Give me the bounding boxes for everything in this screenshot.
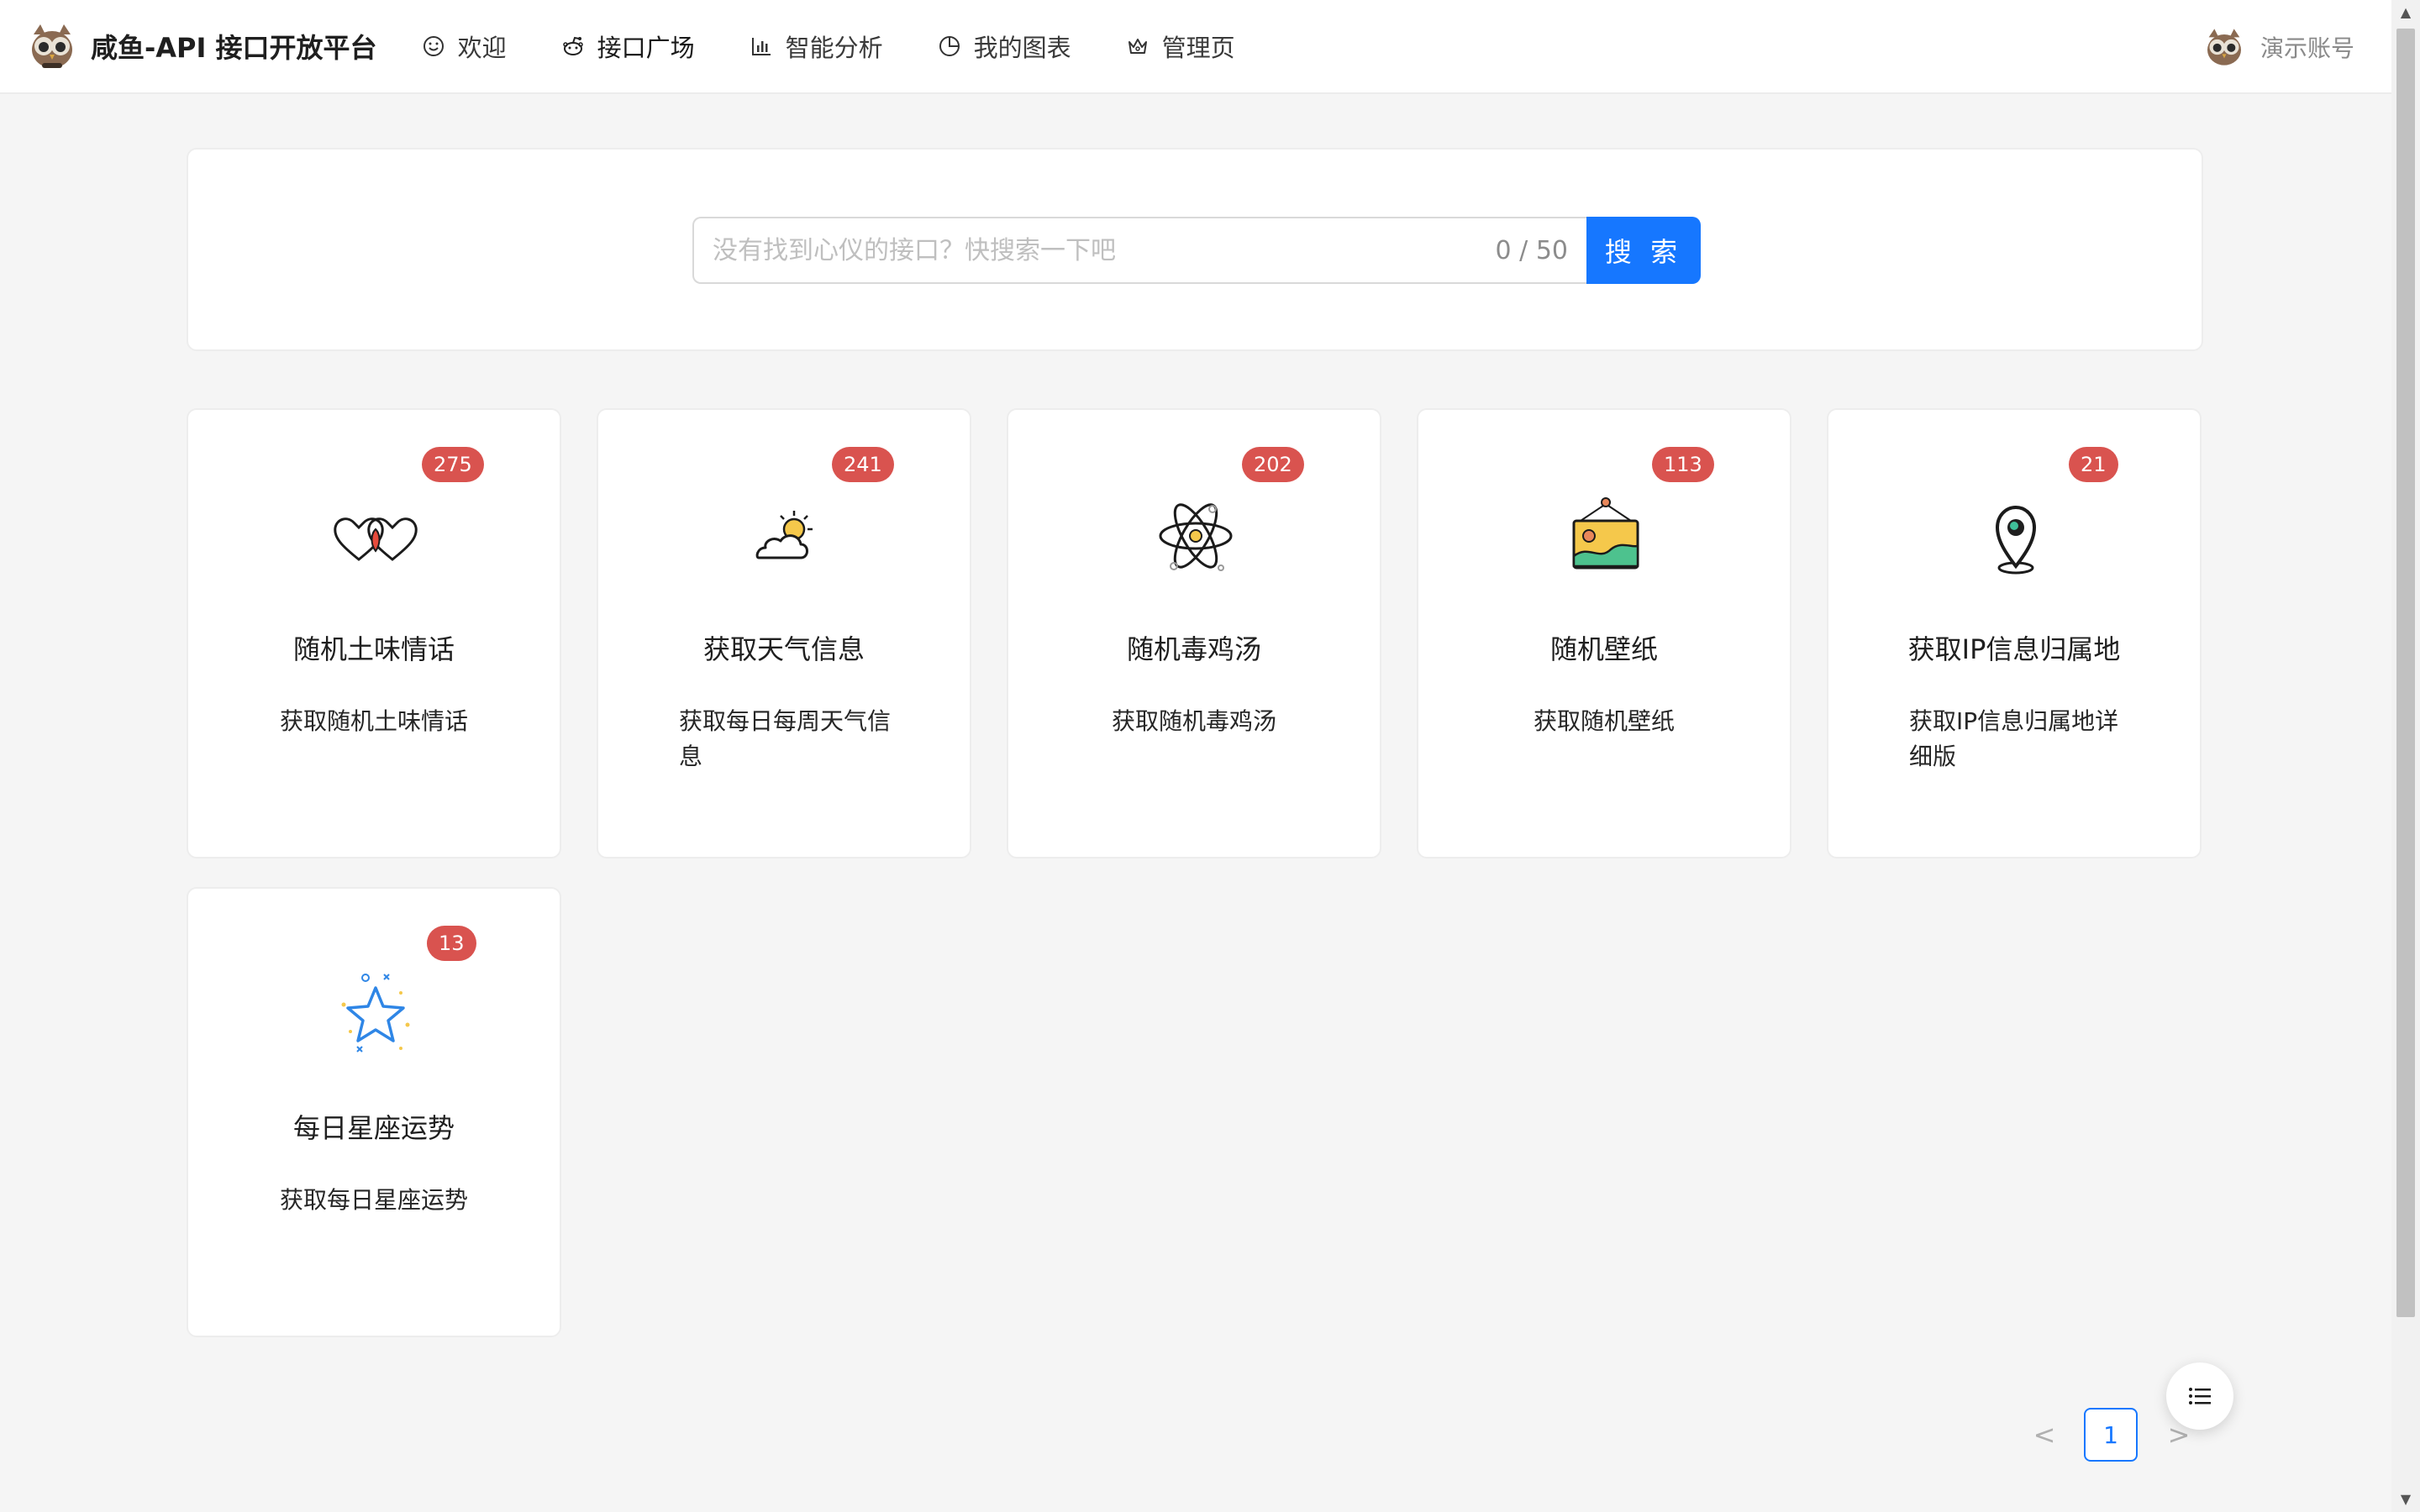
- location-pin-icon: [1965, 486, 2066, 586]
- atom-icon: [1145, 486, 1246, 586]
- smile-icon: [421, 34, 446, 59]
- api-card[interactable]: 202 随机毒鸡汤 获取随机毒鸡汤: [1007, 408, 1381, 858]
- call-count-badge: 21: [2069, 447, 2118, 482]
- nav-item-api-square[interactable]: 接口广场: [534, 0, 722, 93]
- card-title: 获取IP信息归属地: [1907, 633, 2121, 665]
- user-menu[interactable]: 演示账号: [2203, 0, 2354, 94]
- brand[interactable]: 咸鱼-API 接口开放平台: [27, 0, 377, 93]
- search-box: 0 / 50 搜 索: [692, 217, 1701, 284]
- top-nav-bar: 咸鱼-API 接口开放平台 欢迎 接口广场 智能分析 我的图表 管理页 演示账号: [0, 0, 2391, 94]
- card-title: 随机壁纸: [1549, 633, 1658, 665]
- search-panel: 0 / 50 搜 索: [187, 148, 2203, 351]
- owl-logo-icon: [32, 24, 72, 68]
- card-description: 获取随机土味情话: [279, 707, 468, 735]
- scroll-up-arrow-icon[interactable]: ▲: [2391, 0, 2420, 25]
- call-count-badge: 202: [1242, 447, 1304, 482]
- pagination: < 1 >: [2020, 1408, 2190, 1462]
- bar-chart-icon: [749, 34, 774, 59]
- api-card[interactable]: 13 每日星座运势 获取每日星座运势: [187, 887, 561, 1337]
- picture-frame-icon: [1555, 486, 1656, 586]
- card-title: 获取天气信息: [702, 633, 865, 665]
- user-name: 演示账号: [2260, 34, 2354, 62]
- nav-item-smart-analysis[interactable]: 智能分析: [722, 0, 910, 93]
- card-description: 获取IP信息归属地详细版: [1909, 707, 2119, 770]
- scroll-down-arrow-icon[interactable]: ▼: [2391, 1487, 2420, 1512]
- call-count-badge: 113: [1652, 447, 1714, 482]
- list-icon: [2189, 1388, 2211, 1404]
- prev-page-button[interactable]: <: [2023, 1408, 2065, 1462]
- nav-item-label: 接口广场: [597, 34, 695, 62]
- card-description: 获取随机壁纸: [1533, 707, 1675, 735]
- nav-item-label: 欢迎: [457, 34, 507, 62]
- search-button[interactable]: 搜 索: [1586, 217, 1701, 284]
- card-description: 获取每日星座运势: [279, 1186, 468, 1214]
- main-nav: 欢迎 接口广场 智能分析 我的图表 管理页: [394, 0, 1262, 93]
- api-card[interactable]: 241 获取天气信息 获取每日每周天气信息: [597, 408, 971, 858]
- weather-icon: [735, 486, 836, 586]
- char-counter: 0 / 50: [1495, 235, 1568, 265]
- nav-item-label: 我的图表: [973, 34, 1071, 62]
- card-title: 随机土味情话: [292, 633, 455, 665]
- call-count-badge: 275: [422, 447, 484, 482]
- card-description: 获取每日每周天气信息: [679, 707, 892, 770]
- nav-item-my-charts[interactable]: 我的图表: [910, 0, 1098, 93]
- call-count-badge: 241: [832, 447, 894, 482]
- brand-title: 咸鱼-API 接口开放平台: [91, 32, 377, 64]
- nav-item-admin[interactable]: 管理页: [1098, 0, 1262, 93]
- search-input[interactable]: [713, 235, 1496, 265]
- avatar: [2207, 29, 2241, 66]
- call-count-badge: 13: [427, 926, 476, 961]
- api-card[interactable]: 113 随机壁纸 获取随机壁纸: [1417, 408, 1791, 858]
- star-icon: [325, 964, 426, 1065]
- search-input-wrapper: 0 / 50: [692, 217, 1586, 284]
- nav-item-welcome[interactable]: 欢迎: [394, 0, 534, 93]
- crown-icon: [1125, 34, 1150, 59]
- card-description: 获取随机毒鸡汤: [1111, 707, 1276, 735]
- card-title: 随机毒鸡汤: [1126, 633, 1261, 665]
- page-number-button[interactable]: 1: [2084, 1408, 2138, 1462]
- reddit-icon: [560, 34, 586, 59]
- hearts-icon: [325, 486, 426, 586]
- scrollbar-thumb[interactable]: [2396, 29, 2415, 1317]
- api-card[interactable]: 275 随机土味情话 获取随机土味情话: [187, 408, 561, 858]
- nav-item-label: 管理页: [1161, 34, 1235, 62]
- float-menu-button[interactable]: [2166, 1362, 2233, 1430]
- api-card[interactable]: 21 获取IP信息归属地 获取IP信息归属地详细版: [1827, 408, 2202, 858]
- card-title: 每日星座运势: [292, 1112, 455, 1144]
- vertical-scrollbar[interactable]: ▲ ▼: [2391, 0, 2420, 1512]
- nav-item-label: 智能分析: [785, 34, 883, 62]
- pie-chart-icon: [937, 34, 962, 59]
